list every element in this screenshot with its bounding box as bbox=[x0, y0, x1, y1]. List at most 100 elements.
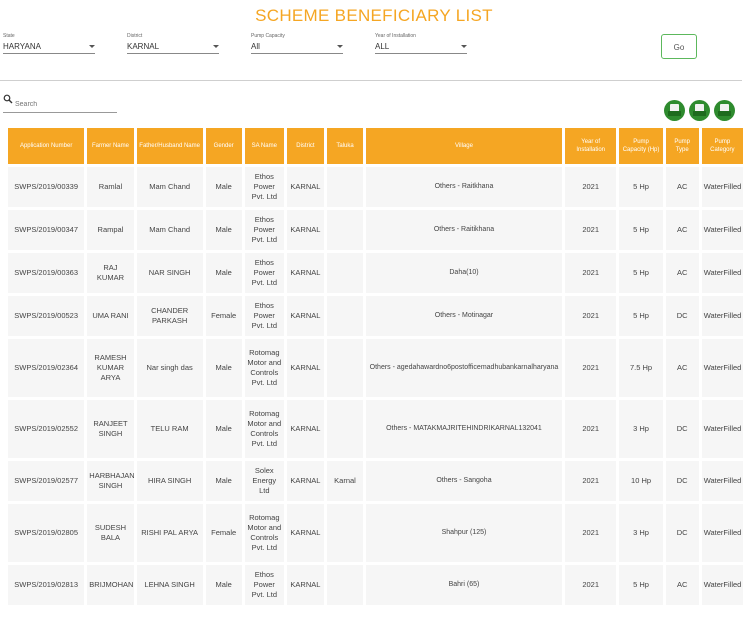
state-label: State bbox=[3, 33, 15, 39]
table-row: SWPS/2019/02805 SUDESH BALA RISHI PAL ARYA… bbox=[8, 504, 743, 562]
cell-farmer-name: BRIJMOHAN bbox=[87, 565, 134, 605]
cell-year-of-installation: 2021 bbox=[564, 253, 617, 293]
go-button[interactable]: Go bbox=[661, 34, 697, 59]
search-box bbox=[3, 94, 117, 113]
cell-gender: Male bbox=[205, 253, 242, 293]
cell-year-of-installation: 2021 bbox=[564, 461, 617, 501]
pump-capacity-select[interactable]: Pump Capacity All bbox=[251, 33, 343, 54]
cell-pump-category: WaterFilled bbox=[701, 210, 743, 250]
cell-district: KARNAL bbox=[286, 565, 324, 605]
cell-application-number: SWPS/2019/00523 bbox=[8, 296, 85, 336]
cell-pump-category: WaterFilled bbox=[701, 167, 743, 207]
col-sa-name: SA Name bbox=[244, 128, 284, 164]
cell-pump-capacity: 3 Hp bbox=[619, 400, 663, 458]
beneficiary-table: Application Number Farmer Name Father/Hu… bbox=[5, 125, 746, 608]
cell-father-husband-name: Mam Chand bbox=[136, 167, 203, 207]
cell-pump-type: DC bbox=[665, 504, 699, 562]
col-year-of-installation: Year of Installation bbox=[564, 128, 617, 164]
cell-farmer-name: HARBHAJAN SINGH bbox=[87, 461, 134, 501]
cell-pump-type: DC bbox=[665, 400, 699, 458]
cell-application-number: SWPS/2019/02805 bbox=[8, 504, 85, 562]
cell-application-number: SWPS/2019/02364 bbox=[8, 339, 85, 397]
cell-village: Others - Raitkhana bbox=[366, 167, 562, 207]
cell-village: Daha(10) bbox=[366, 253, 562, 293]
district-select[interactable]: District KARNAL bbox=[127, 33, 219, 54]
cell-father-husband-name: TELU RAM bbox=[136, 400, 203, 458]
cell-sa-name: Ethos Power Pvt. Ltd bbox=[244, 210, 284, 250]
cell-pump-capacity: 5 Hp bbox=[619, 565, 663, 605]
cell-pump-capacity: 5 Hp bbox=[619, 253, 663, 293]
pump-capacity-label: Pump Capacity bbox=[251, 33, 285, 39]
cell-sa-name: Ethos Power Pvt. Ltd bbox=[244, 296, 284, 336]
col-taluka: Taluka bbox=[326, 128, 364, 164]
cell-taluka bbox=[326, 167, 364, 207]
pdf-export-icon[interactable] bbox=[714, 100, 735, 121]
cell-taluka bbox=[326, 210, 364, 250]
cell-village: Others - Motinagar bbox=[366, 296, 562, 336]
cell-taluka bbox=[326, 565, 364, 605]
cell-pump-category: WaterFilled bbox=[701, 461, 743, 501]
table-row: SWPS/2019/00339 Ramlal Mam Chand Male Ethos … bbox=[8, 167, 743, 207]
cell-pump-category: WaterFilled bbox=[701, 253, 743, 293]
cell-pump-capacity: 3 Hp bbox=[619, 504, 663, 562]
cell-district: KARNAL bbox=[286, 504, 324, 562]
cell-pump-category: WaterFilled bbox=[701, 339, 743, 397]
cell-father-husband-name: NAR SINGH bbox=[136, 253, 203, 293]
cell-father-husband-name: HIRA SINGH bbox=[136, 461, 203, 501]
pump-capacity-value: All bbox=[251, 42, 260, 51]
cell-pump-type: DC bbox=[665, 296, 699, 336]
csv-export-icon[interactable] bbox=[664, 100, 685, 121]
cell-father-husband-name: Nar singh das bbox=[136, 339, 203, 397]
cell-sa-name: Solex Energy Ltd bbox=[244, 461, 284, 501]
cell-application-number: SWPS/2019/00347 bbox=[8, 210, 85, 250]
chevron-down-icon bbox=[213, 45, 219, 48]
cell-taluka bbox=[326, 253, 364, 293]
cell-farmer-name: Rampal bbox=[87, 210, 134, 250]
cell-pump-capacity: 7.5 Hp bbox=[619, 339, 663, 397]
state-select[interactable]: State HARYANA bbox=[3, 33, 95, 54]
col-farmer-name: Farmer Name bbox=[87, 128, 134, 164]
table-row: SWPS/2019/02364 RAMESH KUMAR ARYA Nar sing… bbox=[8, 339, 743, 397]
cell-application-number: SWPS/2019/00339 bbox=[8, 167, 85, 207]
cell-district: KARNAL bbox=[286, 461, 324, 501]
cell-gender: Male bbox=[205, 565, 242, 605]
cell-pump-category: WaterFilled bbox=[701, 296, 743, 336]
cell-year-of-installation: 2021 bbox=[564, 504, 617, 562]
state-value: HARYANA bbox=[3, 42, 41, 51]
cell-district: KARNAL bbox=[286, 339, 324, 397]
cell-village: Others - MATAKMAJRITEHINDRIKARNAL132041 bbox=[366, 400, 562, 458]
cell-gender: Male bbox=[205, 400, 242, 458]
cell-gender: Male bbox=[205, 461, 242, 501]
cell-pump-category: WaterFilled bbox=[701, 565, 743, 605]
cell-pump-type: AC bbox=[665, 210, 699, 250]
district-label: District bbox=[127, 33, 143, 39]
cell-gender: Female bbox=[205, 296, 242, 336]
cell-gender: Male bbox=[205, 167, 242, 207]
col-gender: Gender bbox=[205, 128, 242, 164]
col-village: Village bbox=[366, 128, 562, 164]
cell-district: KARNAL bbox=[286, 400, 324, 458]
district-value: KARNAL bbox=[127, 42, 160, 51]
search-input[interactable] bbox=[15, 98, 115, 110]
cell-district: KARNAL bbox=[286, 296, 324, 336]
cell-farmer-name: RAMESH KUMAR ARYA bbox=[87, 339, 134, 397]
table-header-row: Application Number Farmer Name Father/Hu… bbox=[8, 128, 743, 164]
cell-farmer-name: UMA RANI bbox=[87, 296, 134, 336]
col-pump-capacity: Pump Capacity (Hp) bbox=[619, 128, 663, 164]
cell-taluka bbox=[326, 339, 364, 397]
search-icon bbox=[3, 94, 13, 104]
cell-year-of-installation: 2021 bbox=[564, 296, 617, 336]
xls-export-icon[interactable] bbox=[689, 100, 710, 121]
cell-taluka bbox=[326, 400, 364, 458]
cell-pump-type: AC bbox=[665, 565, 699, 605]
cell-district: KARNAL bbox=[286, 167, 324, 207]
cell-sa-name: Ethos Power Pvt. Ltd bbox=[244, 167, 284, 207]
chevron-down-icon bbox=[337, 45, 343, 48]
cell-sa-name: Rotomag Motor and Controls Pvt. Ltd bbox=[244, 504, 284, 562]
cell-pump-type: AC bbox=[665, 253, 699, 293]
cell-farmer-name: RANJEET SINGH bbox=[87, 400, 134, 458]
table-row: SWPS/2019/00523 UMA RANI CHANDER PARKASH Fe… bbox=[8, 296, 743, 336]
page-title: SCHEME BENEFICIARY LIST bbox=[255, 6, 493, 25]
year-of-installation-select[interactable]: Year of Installation ALL bbox=[375, 33, 467, 54]
cell-pump-category: WaterFilled bbox=[701, 400, 743, 458]
